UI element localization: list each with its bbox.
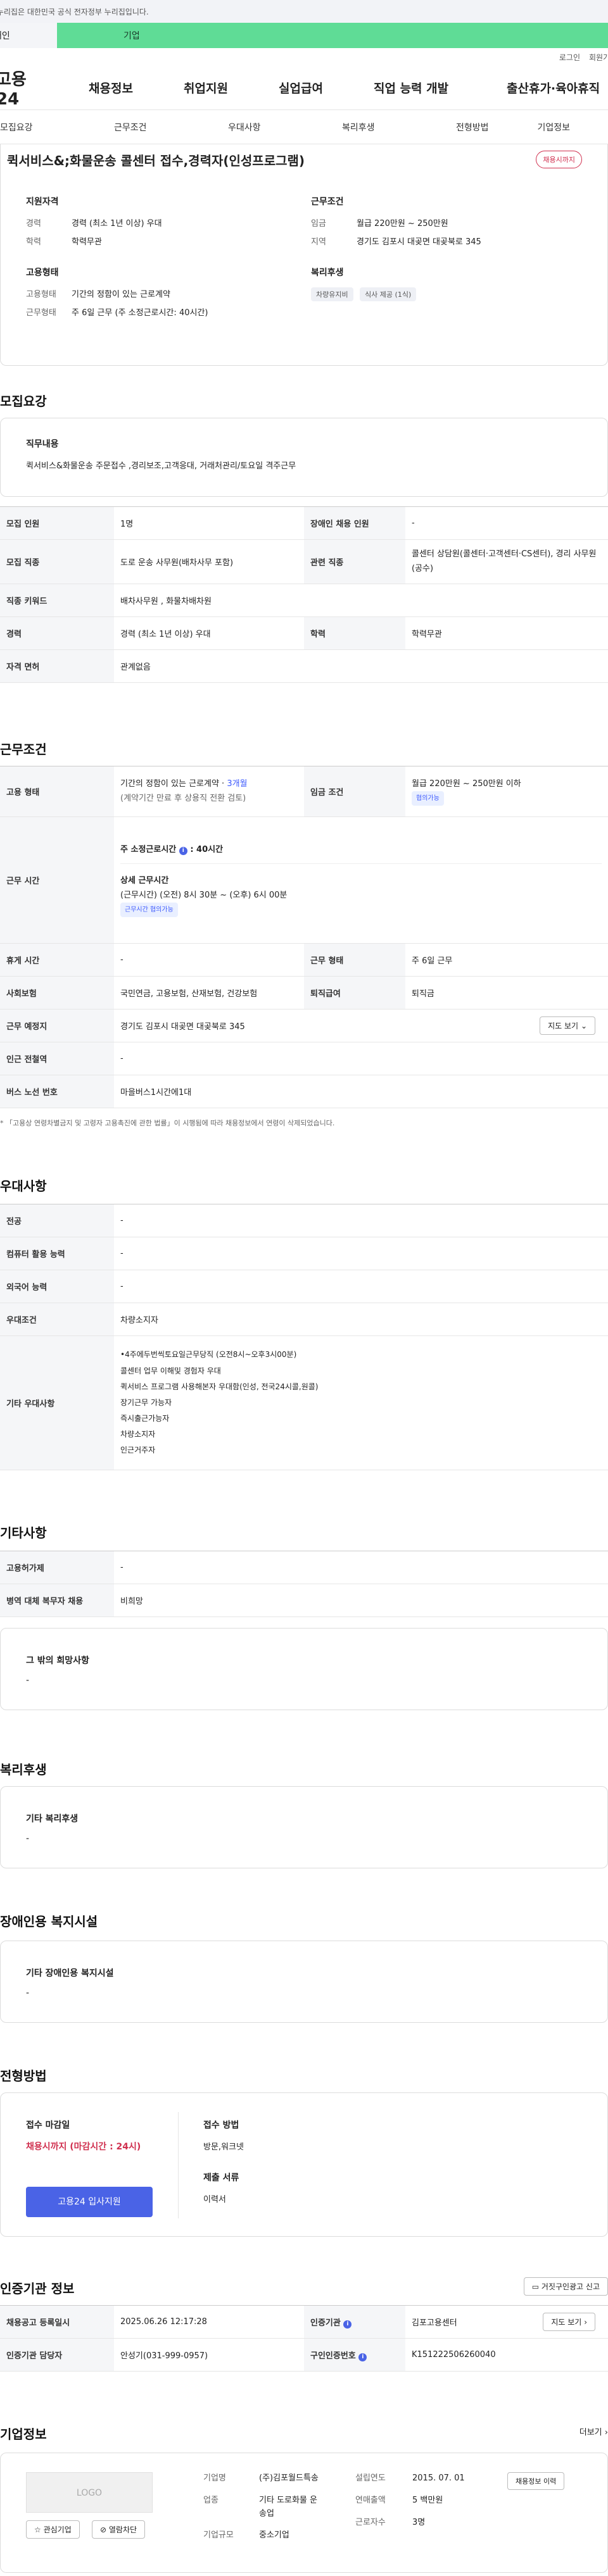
- favorite-company-button[interactable]: ☆ 관심기업: [26, 2520, 80, 2539]
- welfare-chip: 차량유지비: [311, 287, 353, 301]
- job-title: 퀵서비스&;화물운송 콜센터 접수,경력자(인성프로그램): [7, 153, 305, 168]
- wage-value: 월급 220만원 ~ 250만원: [357, 219, 448, 228]
- gnb-item-support[interactable]: 취업지원: [184, 79, 279, 96]
- wage-negotiable-chip: 협의가능: [412, 791, 444, 806]
- tab-corporate[interactable]: 기업: [57, 23, 608, 48]
- job-history-button[interactable]: 채용정보 이력: [507, 2472, 565, 2490]
- company-more-link[interactable]: 더보기 ›: [580, 2425, 608, 2437]
- deadline-badge: 채용시까지: [536, 151, 582, 168]
- subnav-welfare[interactable]: 복리후생: [342, 121, 456, 134]
- agency-table: 채용공고 등록일시 2025.06.26 12:17:28 인증기관 i 김포고용센터…: [0, 2305, 608, 2372]
- gov-banner: 이 누리집은 대한민국 공식 전자정부 누리집입니다.: [0, 0, 608, 23]
- contract-months: 3개월: [227, 779, 248, 789]
- chevron-down-icon: ⌄: [580, 1022, 587, 1030]
- duty-text: 퀵서비스&화물운송 주문접수 ,경리보조,고객응대, 거래처관리/토요일 격주근…: [26, 461, 296, 471]
- utility-links: 로그인 회원가입: [0, 48, 608, 66]
- report-fake-ad-button[interactable]: ▭ 거짓구인광고 신고: [523, 2277, 608, 2296]
- chevron-right-icon: ›: [584, 2318, 587, 2327]
- company-box: LOGO ☆ 관심기업 ⊘ 열람차단 기업명 (주)김포월드특송 업종 기타 도로화…: [0, 2453, 608, 2573]
- other-section-title: 기타사항: [0, 1525, 47, 1541]
- work-table: 고용 형태 기간의 정함이 있는 근로계약 · 3개월 (계약기간 만료 후 상용…: [0, 766, 608, 1108]
- subnav-preference[interactable]: 우대사항: [228, 121, 342, 134]
- age-notice: * 「고용상 연령차별금지 및 고령자 고용촉진에 관한 법률」이 시행됨에 따…: [0, 1119, 335, 1127]
- block-view-button[interactable]: ⊘ 열람차단: [92, 2520, 146, 2539]
- duty-heading: 직무내용: [26, 439, 59, 449]
- qualification-heading: 지원자격: [26, 197, 59, 207]
- subnav-company[interactable]: 기업정보: [532, 121, 570, 134]
- signup-link[interactable]: 회원가입: [589, 52, 608, 63]
- hours-negotiable-chip: 근무시간 협의가능: [120, 902, 178, 917]
- gov-banner-text: 이 누리집은 대한민국 공식 전자정부 누리집입니다.: [0, 7, 149, 16]
- other-table: 고용허가제 - 병역 대체 복무자 채용 비희망: [0, 1551, 608, 1617]
- subnav-recruit[interactable]: 모집요강: [0, 121, 114, 134]
- company-section-title: 기업정보: [0, 2427, 47, 2442]
- user-type-tabs: 개인 기업: [0, 23, 608, 48]
- other-hope-box: 그 밖의 희망사항 -: [0, 1628, 608, 1710]
- recruit-section-title: 모집요강: [0, 394, 47, 409]
- recruit-table: 모집 인원 1명 장애인 채용 인원 - 모집 직종 도로 운송 사무원(배차사무 포함…: [0, 506, 608, 683]
- star-icon: ☆: [34, 2525, 41, 2534]
- divider: [178, 2112, 179, 2218]
- duty-box: 직무내용 퀵서비스&화물운송 주문접수 ,경리보조,고객응대, 거래처관리/토요…: [0, 418, 608, 497]
- job-summary-card: 퀵서비스&;화물운송 콜센터 접수,경력자(인성프로그램) 채용시까지 지원자격…: [0, 144, 608, 366]
- gnb-item-training[interactable]: 직업 능력 개발: [374, 79, 507, 96]
- global-nav: 고용24 채용정보 취업지원 실업급여 직업 능력 개발 출산휴가·육아휴직: [0, 66, 608, 110]
- employment-type-value: 기간의 정함이 있는 근로계약: [72, 290, 170, 299]
- info-icon[interactable]: i: [179, 847, 187, 856]
- subnav-process[interactable]: 전형방법: [456, 121, 532, 134]
- tab-individual[interactable]: 개인: [0, 23, 57, 48]
- preference-table: 전공 - 컴퓨터 활용 능력 - 외국어 능력 - 우대조건 차량소지자 기타 우대사항…: [0, 1204, 608, 1470]
- welfare-section-title: 복리후생: [0, 1762, 47, 1777]
- gnb-item-jobs[interactable]: 채용정보: [89, 79, 184, 96]
- disability-box: 기타 장애인용 복지시설 -: [0, 1941, 608, 2023]
- agency-map-button[interactable]: 지도 보기 ›: [543, 2313, 595, 2331]
- career-value: 경력 (최소 1년 이상) 우대: [72, 219, 162, 228]
- subnav-conditions[interactable]: 근무조건: [114, 121, 228, 134]
- map-button[interactable]: 지도 보기 ⌄: [540, 1016, 595, 1035]
- site-logo[interactable]: 고용24: [0, 66, 44, 109]
- process-section-title: 전형방법: [0, 2068, 47, 2084]
- document-icon: ▭: [531, 2282, 540, 2291]
- info-icon[interactable]: i: [358, 2353, 367, 2361]
- education-value: 학력무관: [72, 237, 102, 247]
- conditions-heading: 근무조건: [311, 197, 344, 207]
- gnb-item-leave[interactable]: 출산휴가·육아휴직: [507, 79, 608, 96]
- apply-button[interactable]: 고용24 입사지원: [26, 2187, 153, 2217]
- work-type-value: 주 6일 근무 (주 소정근로시간: 40시간): [72, 308, 208, 318]
- company-logo: LOGO: [26, 2472, 153, 2513]
- section-subnav: 모집요강 근무조건 우대사항 복리후생 전형방법 기업정보: [0, 110, 608, 144]
- disability-section-title: 장애인용 복지시설: [0, 1914, 98, 1929]
- employment-type-heading: 고용형태: [26, 268, 59, 278]
- preference-section-title: 우대사항: [0, 1179, 47, 1194]
- welfare-box: 기타 복리후생 -: [0, 1786, 608, 1868]
- chevron-right-icon: ›: [604, 2428, 608, 2437]
- agency-section-title: 인증기관 정보: [0, 2281, 75, 2296]
- welfare-heading: 복리후생: [311, 268, 344, 278]
- login-link[interactable]: 로그인: [559, 52, 580, 63]
- deadline-value: 채용시까지 (마감시간 : 24시): [26, 2142, 141, 2152]
- location-value: 경기도 김포시 대곶면 대곶북로 345: [357, 237, 481, 247]
- work-section-title: 근무조건: [0, 742, 47, 757]
- gnb-item-unemployment[interactable]: 실업급여: [279, 79, 374, 96]
- block-icon: ⊘: [100, 2525, 107, 2534]
- info-icon[interactable]: i: [343, 2320, 352, 2329]
- welfare-chip: 식사 제공 (1식): [360, 287, 417, 301]
- process-box: 접수 마감일 채용시까지 (마감시간 : 24시) 고용24 입사지원 접수 방…: [0, 2092, 608, 2237]
